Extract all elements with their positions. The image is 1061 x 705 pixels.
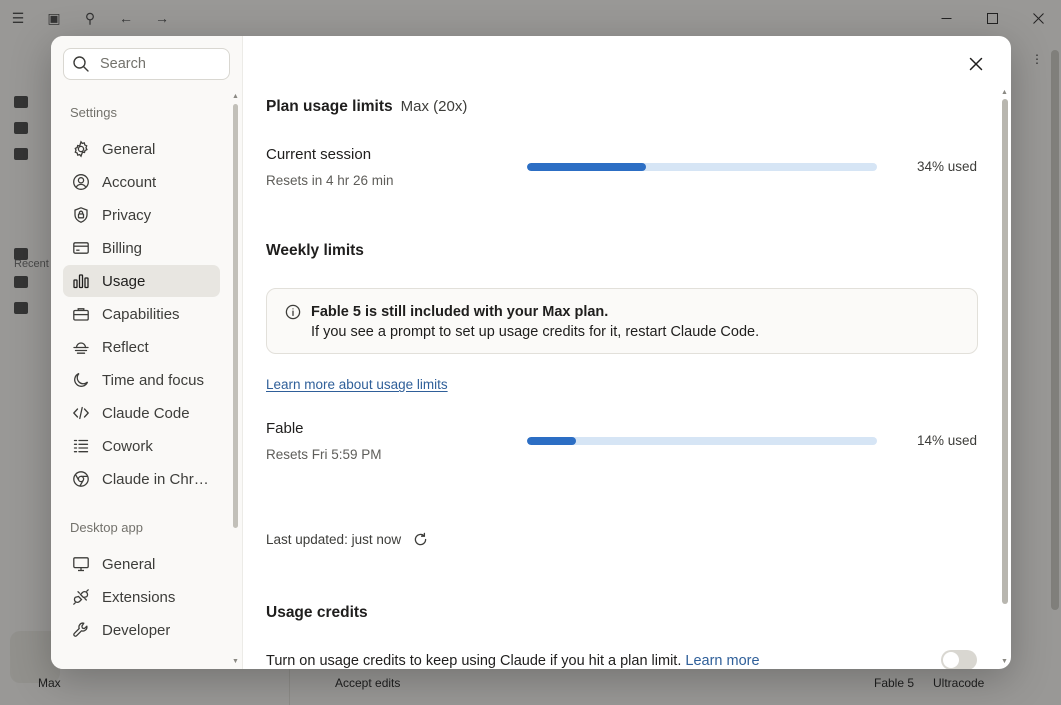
sidebar-item-label: Time and focus (102, 371, 204, 389)
sidebar-item-label: Claude in Chr… (102, 470, 209, 488)
globe-icon (72, 470, 90, 488)
sidebar-item-label: Reflect (102, 338, 149, 356)
maximize-button[interactable] (969, 0, 1015, 36)
plan-usage-header: Plan usage limits Max (20x) (266, 98, 467, 116)
sidebar-item-usage[interactable]: Usage (63, 265, 220, 297)
current-session-resets: Resets in 4 hr 26 min (266, 173, 394, 188)
close-button[interactable] (964, 52, 988, 76)
sidebar-item-extensions[interactable]: Extensions (63, 581, 220, 613)
fable-percent: 14% used (916, 433, 977, 448)
sidebar-item-claude-code[interactable]: Claude Code (63, 397, 220, 429)
sidebar-item-reflect[interactable]: Reflect (63, 331, 220, 363)
desktop-app-heading: Desktop app (70, 520, 143, 535)
usage-credits-text: Turn on usage credits to keep using Clau… (266, 653, 682, 669)
search-icon (73, 56, 89, 72)
settings-heading: Settings (70, 105, 117, 120)
sidebar-scroll-up-arrow[interactable]: ▲ (232, 93, 239, 100)
sidebar-item-label: Account (102, 173, 157, 191)
sidebar-item-general[interactable]: General (63, 133, 220, 165)
gear-icon (72, 140, 90, 158)
sidebar-item-label: Developer (102, 621, 171, 639)
current-session-title: Current session (266, 146, 372, 163)
current-session-percent: 34% used (916, 159, 977, 174)
plug-icon (72, 588, 90, 606)
last-updated-text: Last updated: just now (266, 532, 402, 547)
sidebar-item-label: General (102, 140, 156, 158)
sidebar-item-label: Extensions (102, 588, 176, 606)
search-input[interactable] (100, 56, 210, 72)
search-box[interactable] (63, 48, 230, 80)
moon-icon (72, 371, 90, 389)
weekly-limits-heading: Weekly limits (266, 242, 364, 259)
credit-card-icon (72, 239, 90, 257)
fable-title: Fable (266, 420, 304, 437)
content-scroll-down-arrow[interactable]: ▼ (1001, 658, 1008, 665)
bar-chart-icon (72, 272, 90, 290)
fable-resets: Resets Fri 5:59 PM (266, 447, 382, 462)
usage-content: Plan usage limits Max (20x) Current sess… (244, 36, 1011, 669)
learn-more-usage-limits-link[interactable]: Learn more about usage limits (266, 377, 448, 392)
sidebar-item-label: Privacy (102, 206, 152, 224)
sidebar-item-account[interactable]: Account (63, 166, 220, 198)
settings-sidebar: Settings General Account Privacy Billing… (51, 36, 243, 669)
settings-modal: Settings General Account Privacy Billing… (51, 36, 1011, 669)
info-icon (285, 304, 301, 325)
window-close-button[interactable] (1015, 0, 1061, 36)
close-icon (969, 57, 983, 71)
usage-credits-heading: Usage credits (266, 604, 368, 621)
sidebar-item-billing[interactable]: Billing (63, 232, 220, 264)
current-session-progress-fill (527, 163, 646, 171)
usage-credits-learn-more-link[interactable]: Learn more (685, 653, 759, 669)
fable-progress-bar (527, 437, 877, 445)
last-updated-row: Last updated: just now (266, 532, 428, 547)
sidebar-item-privacy[interactable]: Privacy (63, 199, 220, 231)
current-session-progress-bar (527, 163, 877, 171)
code-icon (72, 404, 90, 422)
sidebar-item-label: Claude Code (102, 404, 190, 422)
notice-box: Fable 5 is still included with your Max … (266, 288, 978, 354)
plan-usage-heading: Plan usage limits (266, 98, 393, 115)
sidebar-item-claude-in-chrome[interactable]: Claude in Chr… (63, 463, 220, 495)
sidebar-item-capabilities[interactable]: Capabilities (63, 298, 220, 330)
sunset-icon (72, 338, 90, 356)
toolbox-icon (72, 305, 90, 323)
sidebar-item-desktop-general[interactable]: General (63, 548, 220, 580)
plan-name: Max (20x) (400, 98, 468, 115)
sidebar-scrollbar[interactable] (233, 104, 238, 528)
notice-title: Fable 5 is still included with your Max … (311, 304, 609, 320)
sidebar-item-label: Usage (102, 272, 146, 290)
monitor-icon (72, 555, 90, 573)
user-circle-icon (72, 173, 90, 191)
toggle-knob (943, 652, 959, 668)
sidebar-item-developer[interactable]: Developer (63, 614, 220, 646)
sidebar-scroll-down-arrow[interactable]: ▼ (232, 658, 239, 665)
usage-credits-description: Turn on usage credits to keep using Clau… (266, 653, 760, 669)
wrench-icon (72, 621, 90, 639)
sidebar-item-time-and-focus[interactable]: Time and focus (63, 364, 220, 396)
fable-progress-fill (527, 437, 576, 445)
minimize-button[interactable] (923, 0, 969, 36)
usage-credits-toggle[interactable] (941, 650, 977, 669)
shield-lock-icon (72, 206, 90, 224)
content-scroll-up-arrow[interactable]: ▲ (1001, 89, 1008, 96)
content-scrollbar[interactable] (1002, 99, 1008, 604)
sidebar-item-cowork[interactable]: Cowork (63, 430, 220, 462)
window-controls (923, 0, 1061, 36)
checklist-icon (72, 437, 90, 455)
refresh-icon[interactable] (413, 532, 428, 547)
notice-body: If you see a prompt to set up usage cred… (311, 324, 760, 340)
sidebar-item-label: Cowork (102, 437, 153, 455)
sidebar-item-label: Billing (102, 239, 143, 257)
sidebar-item-label: General (102, 555, 156, 573)
sidebar-item-label: Capabilities (102, 305, 180, 323)
